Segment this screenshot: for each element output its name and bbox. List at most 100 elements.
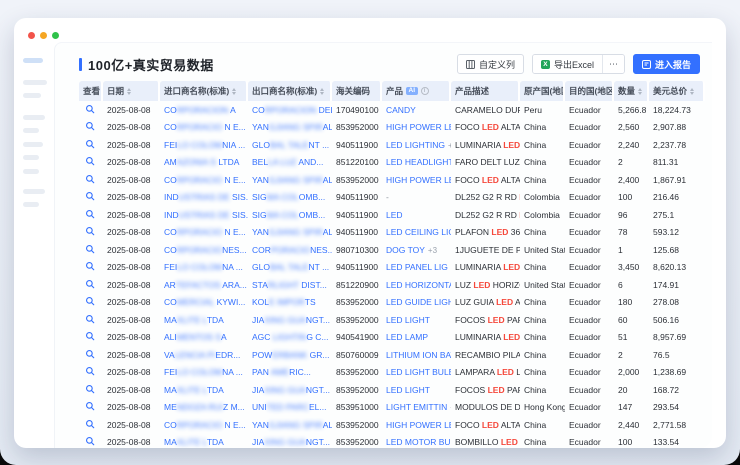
product-link[interactable]: LED MOTOR BULB — [386, 437, 451, 447]
info-icon[interactable]: i — [421, 87, 429, 95]
view-details-button[interactable] — [83, 384, 95, 396]
sort-icon[interactable] — [690, 88, 694, 95]
sidebar-item[interactable] — [23, 115, 45, 120]
cell-exporter-name[interactable]: PAN AMERIC... — [248, 364, 332, 382]
cell-importer-name[interactable]: CORPORACIO N E... — [160, 416, 248, 434]
sidebar-item[interactable] — [23, 80, 47, 85]
column-header-usd-total[interactable]: 美元总价 — [649, 81, 705, 101]
product-link[interactable]: LED LIGHT — [386, 315, 430, 325]
sort-icon[interactable] — [232, 88, 236, 95]
cell-importer-name[interactable]: MAXLITE LTDA — [160, 434, 248, 449]
column-header-date[interactable]: 日期 — [103, 81, 160, 101]
cell-exporter-name[interactable]: YANGJIANG SPIRAL LI... — [248, 224, 332, 242]
cell-exporter-name[interactable]: JIAXING GUANGT... — [248, 434, 332, 449]
view-details-button[interactable] — [83, 104, 95, 116]
product-link[interactable]: LED GUIDE LIGHT T — [386, 297, 451, 307]
cell-importer-name[interactable]: INDUSTRIAS DE SIS... — [160, 206, 248, 224]
cell-importer-name[interactable]: ARTEFACTOS ARA... — [160, 276, 248, 294]
product-link[interactable]: LED LAMP — [386, 332, 428, 342]
cell-exporter-name[interactable]: CORPORACION DEL ... — [248, 101, 332, 119]
cell-importer-name[interactable]: FEILO COLOMNA ... — [160, 364, 248, 382]
cell-exporter-name[interactable]: SIGMA COLOMB... — [248, 206, 332, 224]
view-details-button[interactable] — [83, 139, 95, 151]
cell-exporter-name[interactable]: JIAXING GUANGT... — [248, 311, 332, 329]
view-details-button[interactable] — [83, 244, 95, 256]
view-details-button[interactable] — [83, 261, 95, 273]
cell-importer-name[interactable]: CORPORACION A — [160, 101, 248, 119]
sidebar-item[interactable] — [23, 189, 45, 194]
column-header-exporter[interactable]: 出口商名称(标准) — [248, 81, 332, 101]
view-details-button[interactable] — [83, 121, 95, 133]
product-link[interactable]: LITHIUM ION BATTE — [386, 350, 451, 360]
cell-importer-name[interactable]: CORPORACIONES... — [160, 241, 248, 259]
view-details-button[interactable] — [83, 436, 95, 448]
column-header-importer[interactable]: 进口商名称(标准) — [160, 81, 248, 101]
sort-icon[interactable] — [638, 88, 642, 95]
view-details-button[interactable] — [83, 349, 95, 361]
cell-exporter-name[interactable]: GLOBAL TALENT ... — [248, 136, 332, 154]
view-details-button[interactable] — [83, 366, 95, 378]
view-details-button[interactable] — [83, 331, 95, 343]
cell-importer-name[interactable]: CORPORACIO N E... — [160, 224, 248, 242]
cell-exporter-name[interactable]: GLOBAL TALENT ... — [248, 259, 332, 277]
product-link[interactable]: LED CEILING LIGHT — [386, 227, 451, 237]
cell-importer-name[interactable]: ALIMENTOS SA — [160, 329, 248, 347]
cell-exporter-name[interactable]: YANGJIANG SPIRAL LI... — [248, 171, 332, 189]
product-link[interactable]: HIGH POWER LED F — [386, 122, 451, 132]
cell-exporter-name[interactable]: BELLA LUZ AND... — [248, 154, 332, 172]
cell-importer-name[interactable]: MAXLITE LTDA — [160, 381, 248, 399]
product-link[interactable]: LED LIGHT — [386, 385, 430, 395]
cell-exporter-name[interactable]: YANGJIANG SPIRAL LI... — [248, 119, 332, 137]
product-link[interactable]: HIGH POWER LED F — [386, 420, 451, 430]
product-link[interactable]: LED — [386, 210, 403, 220]
sidebar-item[interactable] — [23, 142, 43, 147]
view-details-button[interactable] — [83, 209, 95, 221]
view-details-button[interactable] — [83, 279, 95, 291]
cell-importer-name[interactable]: COMERCIAL KYWI... — [160, 294, 248, 312]
product-link[interactable]: CANDY — [386, 105, 416, 115]
sidebar-item[interactable] — [23, 169, 39, 174]
sort-icon[interactable] — [320, 88, 324, 95]
cell-importer-name[interactable]: AMAZONIA S LTDA — [160, 154, 248, 172]
zoom-button[interactable] — [52, 32, 59, 39]
enter-report-button[interactable]: 进入报告 — [633, 54, 700, 74]
view-details-button[interactable] — [83, 156, 95, 168]
product-link[interactable]: LED LIGHT BULB — [386, 367, 451, 377]
cell-importer-name[interactable]: FEILO COLOMNIA ... — [160, 136, 248, 154]
cell-exporter-name[interactable]: YANGJIANG SPIRAL LI... — [248, 416, 332, 434]
cell-importer-name[interactable]: MAXLITE LTDA — [160, 311, 248, 329]
sort-icon[interactable] — [127, 88, 131, 95]
view-details-button[interactable] — [83, 174, 95, 186]
cell-exporter-name[interactable]: AGC LIGHTING C... — [248, 329, 332, 347]
sidebar-item-active[interactable] — [23, 58, 43, 63]
sidebar-item[interactable] — [23, 202, 39, 207]
product-link[interactable]: LED HEADLIGHT — [386, 157, 451, 167]
product-link[interactable]: HIGH POWER LED F — [386, 175, 451, 185]
cell-importer-name[interactable]: MENDOZA RUIZ M... — [160, 399, 248, 417]
customize-columns-button[interactable]: 自定义列 — [457, 54, 524, 74]
product-link[interactable]: LED HORIZONTAL L — [386, 280, 451, 290]
sidebar-item[interactable] — [23, 155, 39, 160]
column-header-quantity[interactable]: 数量 — [614, 81, 649, 101]
view-details-button[interactable] — [83, 401, 95, 413]
cell-importer-name[interactable]: INDUSTRIAS DE SIS... — [160, 189, 248, 207]
product-link[interactable]: LED PANEL LIG — [386, 262, 448, 272]
minimize-button[interactable] — [40, 32, 47, 39]
cell-importer-name[interactable]: CORPORACIO N E... — [160, 119, 248, 137]
view-details-button[interactable] — [83, 296, 95, 308]
cell-exporter-name[interactable]: SIGMA COLOMB... — [248, 189, 332, 207]
view-details-button[interactable] — [83, 314, 95, 326]
close-button[interactable] — [28, 32, 35, 39]
view-details-button[interactable] — [83, 226, 95, 238]
sidebar-item[interactable] — [23, 93, 41, 98]
cell-importer-name[interactable]: VALENCIA PIEDR... — [160, 346, 248, 364]
cell-exporter-name[interactable]: CORPORACIONES... — [248, 241, 332, 259]
view-details-button[interactable] — [83, 191, 95, 203]
cell-importer-name[interactable]: CORPORACIO N E... — [160, 171, 248, 189]
export-more-button[interactable]: ⋯ — [602, 55, 624, 73]
product-link[interactable]: - — [386, 192, 389, 202]
export-excel-button[interactable]: X 导出Excel — [533, 55, 602, 73]
cell-exporter-name[interactable]: JIAXING GUANGT... — [248, 381, 332, 399]
cell-exporter-name[interactable]: KOLE IMPORTS — [248, 294, 332, 312]
cell-exporter-name[interactable]: UNITED PARCEL... — [248, 399, 332, 417]
